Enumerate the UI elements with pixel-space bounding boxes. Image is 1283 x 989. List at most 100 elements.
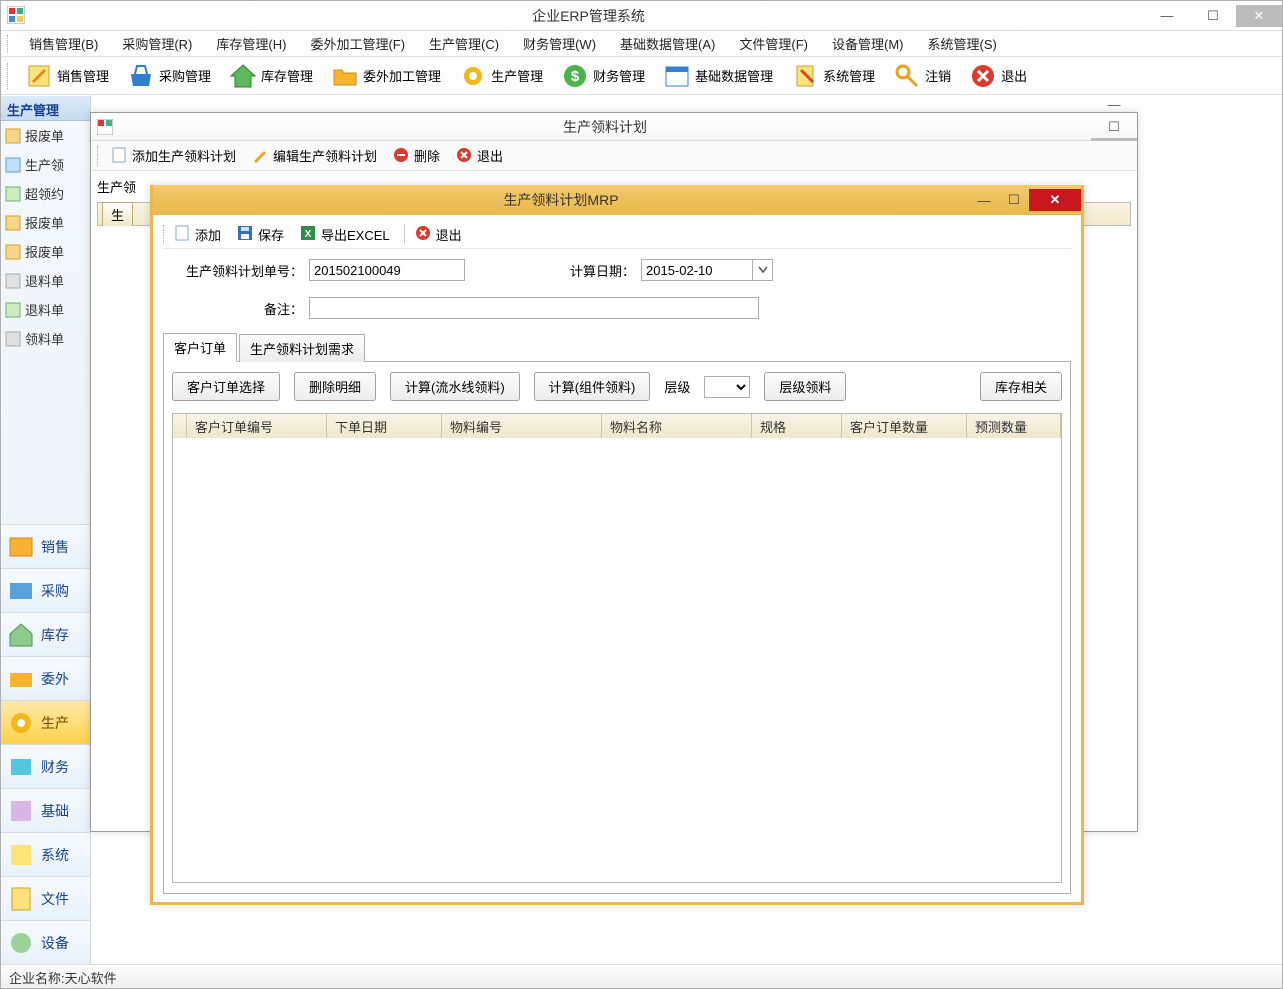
- menu-production[interactable]: 生产管理(C): [417, 31, 511, 56]
- level-select[interactable]: [704, 376, 750, 398]
- col-spec[interactable]: 规格: [752, 414, 842, 438]
- tree-item[interactable]: 报废单: [1, 208, 90, 237]
- nav-device[interactable]: 设备: [1, 920, 90, 964]
- child1-minimize-button[interactable]: —: [1091, 94, 1137, 116]
- child1-ghost-tab[interactable]: 生: [102, 202, 133, 226]
- nav-inventory[interactable]: 库存: [1, 612, 90, 656]
- sidebar: 生产管理 报废单 生产领 超领约 报废单 报废单 退料单 退料单 领料单 销售 …: [1, 95, 91, 964]
- nav-sales[interactable]: 销售: [1, 524, 90, 568]
- col-matno[interactable]: 物料编号: [442, 414, 602, 438]
- tree-item[interactable]: 报废单: [1, 121, 90, 150]
- minus-icon: [393, 147, 411, 165]
- tree-item[interactable]: 退料单: [1, 266, 90, 295]
- tb-finance[interactable]: $财务管理: [553, 60, 653, 92]
- tree-item[interactable]: 超领约: [1, 179, 90, 208]
- mrp-minimize-button[interactable]: —: [969, 189, 999, 211]
- menu-finance[interactable]: 财务管理(W): [511, 31, 608, 56]
- col-orderdate[interactable]: 下单日期: [327, 414, 442, 438]
- inventory-icon: [7, 621, 35, 649]
- calc-date-picker[interactable]: [641, 259, 773, 281]
- mrp-maximize-button[interactable]: ☐: [999, 189, 1029, 211]
- remark-input[interactable]: [309, 297, 759, 319]
- menu-purchase[interactable]: 采购管理(R): [110, 31, 204, 56]
- tb-purchase[interactable]: 采购管理: [119, 60, 219, 92]
- nav-system[interactable]: 系统: [1, 832, 90, 876]
- mrp-exit-button[interactable]: 退出: [409, 223, 468, 246]
- main-maximize-button[interactable]: ☐: [1190, 5, 1236, 27]
- menu-basedata[interactable]: 基础数据管理(A): [608, 31, 727, 56]
- plan-no-input[interactable]: [309, 259, 465, 281]
- tree-item[interactable]: 领料单: [1, 324, 90, 353]
- child1-add-button[interactable]: 添加生产领料计划: [105, 144, 242, 167]
- tab-customer-order[interactable]: 客户订单: [163, 333, 237, 362]
- col-orderqty[interactable]: 客户订单数量: [842, 414, 967, 438]
- grid-body[interactable]: [173, 438, 1061, 882]
- child1-edit-button[interactable]: 编辑生产领料计划: [246, 144, 383, 167]
- action-row: 客户订单选择 删除明细 计算(流水线领料) 计算(组件领料) 层级 层级领料 库…: [172, 372, 1062, 401]
- main-close-button[interactable]: ✕: [1236, 5, 1282, 27]
- tb-inventory[interactable]: 库存管理: [221, 60, 321, 92]
- save-icon: [237, 225, 255, 243]
- tree-item[interactable]: 生产领: [1, 150, 90, 179]
- tb-production[interactable]: 生产管理: [451, 60, 551, 92]
- nav-purchase[interactable]: 采购: [1, 568, 90, 612]
- tb-basedata[interactable]: 基础数据管理: [655, 60, 781, 92]
- col-orderno[interactable]: 客户订单编号: [187, 414, 327, 438]
- mrp-export-button[interactable]: X导出EXCEL: [294, 223, 396, 246]
- new-doc-icon: [111, 147, 129, 165]
- menu-outsource[interactable]: 委外加工管理(F): [298, 31, 417, 56]
- nav-production[interactable]: 生产: [1, 700, 90, 744]
- basedata-icon: [7, 797, 35, 825]
- child1-delete-button[interactable]: 删除: [387, 144, 446, 167]
- delete-detail-button[interactable]: 删除明细: [294, 372, 376, 401]
- mrp-add-button[interactable]: 添加: [168, 223, 227, 246]
- production-icon: [7, 709, 35, 737]
- menu-sales[interactable]: 销售管理(B): [17, 31, 110, 56]
- menu-inventory[interactable]: 库存管理(H): [204, 31, 298, 56]
- menu-file[interactable]: 文件管理(F): [727, 31, 820, 56]
- select-order-button[interactable]: 客户订单选择: [172, 372, 280, 401]
- calc-line-button[interactable]: 计算(流水线领料): [390, 372, 520, 401]
- calc-comp-button[interactable]: 计算(组件领料): [534, 372, 651, 401]
- tb-exit[interactable]: 退出: [961, 60, 1035, 92]
- menu-system[interactable]: 系统管理(S): [915, 31, 1008, 56]
- mrp-title: 生产领料计划MRP: [153, 190, 969, 210]
- tb-outsource[interactable]: 委外加工管理: [323, 60, 449, 92]
- nav-outsource[interactable]: 委外: [1, 656, 90, 700]
- col-forecastqty[interactable]: 预测数量: [967, 414, 1061, 438]
- tb-sales[interactable]: 销售管理: [17, 60, 117, 92]
- calc-date-input[interactable]: [642, 260, 752, 280]
- nav-basedata[interactable]: 基础: [1, 788, 90, 832]
- child1-exit-button[interactable]: 退出: [450, 144, 509, 167]
- app-title: 企业ERP管理系统: [33, 6, 1144, 26]
- main-minimize-button[interactable]: —: [1144, 5, 1190, 27]
- tab-plan-demand[interactable]: 生产领料计划需求: [239, 334, 365, 362]
- app-icon: [97, 119, 113, 135]
- excel-icon: X: [300, 225, 318, 243]
- sidebar-header: 生产管理: [1, 95, 90, 121]
- calc-date-label: 计算日期：: [465, 261, 635, 280]
- tree-item[interactable]: 退料单: [1, 295, 90, 324]
- stock-related-button[interactable]: 库存相关: [980, 372, 1062, 401]
- tb-logout[interactable]: 注销: [885, 60, 959, 92]
- menu-device[interactable]: 设备管理(M): [820, 31, 916, 56]
- chevron-down-icon[interactable]: [752, 260, 772, 280]
- nav-finance[interactable]: 财务: [1, 744, 90, 788]
- child1-maximize-button[interactable]: ☐: [1091, 116, 1137, 138]
- order-grid[interactable]: 客户订单编号 下单日期 物料编号 物料名称 规格 客户订单数量 预测数量: [172, 413, 1062, 883]
- gear-icon: [459, 62, 487, 90]
- nav-file[interactable]: 文件: [1, 876, 90, 920]
- tab-pane-customer-order: 客户订单选择 删除明细 计算(流水线领料) 计算(组件领料) 层级 层级领料 库…: [163, 361, 1071, 894]
- doc-icon: [5, 273, 21, 289]
- child1-title: 生产领料计划: [119, 117, 1091, 137]
- main-titlebar: 企业ERP管理系统 — ☐ ✕: [1, 1, 1282, 31]
- child1-left-label: 生产领: [97, 177, 136, 196]
- mrp-close-button[interactable]: ✕: [1029, 189, 1081, 211]
- tree-item[interactable]: 报废单: [1, 237, 90, 266]
- sales-icon: [7, 533, 35, 561]
- tb-system[interactable]: 系统管理: [783, 60, 883, 92]
- svg-text:X: X: [305, 229, 312, 240]
- col-matname[interactable]: 物料名称: [602, 414, 752, 438]
- level-material-button[interactable]: 层级领料: [764, 372, 846, 401]
- mrp-save-button[interactable]: 保存: [231, 223, 290, 246]
